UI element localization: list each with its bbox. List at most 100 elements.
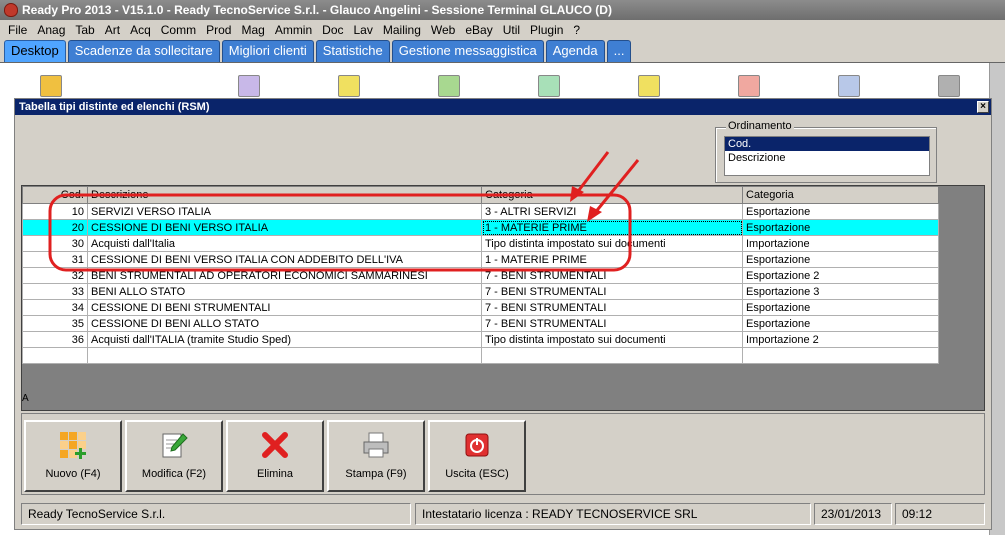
document-shortcut-icon[interactable] [338,75,360,97]
stampa-button[interactable]: Stampa (F9) [327,420,425,492]
menu-art[interactable]: Art [100,23,125,37]
ordinamento-option-descrizione[interactable]: Descrizione [725,151,929,165]
grid-header-row: Cod. Descrizione Categoria Categoria [22,186,939,204]
status-date: 23/01/2013 [814,503,892,525]
user-shortcut-icon[interactable] [40,75,62,97]
menu-plugin[interactable]: Plugin [525,23,568,37]
cell-descrizione: Acquisti dall'Italia [87,235,482,252]
side-label: A [22,393,29,404]
menu-web[interactable]: Web [426,23,460,37]
app-logo-icon [4,3,18,17]
ordinamento-group: Ordinamento Cod. Descrizione [715,120,937,183]
column-header-categoria[interactable]: Categoria [481,186,743,204]
cell-categoria: 1 - MATERIE PRIME [481,251,743,268]
cell-categoria: 3 - ALTRI SERVIZI [481,203,743,220]
column-header-categoria-2[interactable]: Categoria [742,186,939,204]
cell-cod: 34 [22,299,88,316]
close-icon[interactable]: × [977,101,989,113]
table-row[interactable]: 10 SERVIZI VERSO ITALIA 3 - ALTRI SERVIZ… [22,203,939,220]
status-company: Ready TecnoService S.r.l. [21,503,411,525]
cell-descrizione: CESSIONE DI BENI VERSO ITALIA [87,219,482,236]
exit-power-icon [462,430,492,460]
cell-descrizione: BENI STRUMENTALI AD OPERATORI ECONOMICI … [87,267,482,284]
cell-categoria: 7 - BENI STRUMENTALI [481,267,743,284]
column-header-cod[interactable]: Cod. [22,186,88,204]
table-row-empty[interactable] [22,347,939,364]
cell-categoria: 7 - BENI STRUMENTALI [481,299,743,316]
tab-more[interactable]: ... [606,40,632,62]
cell-categoria: 7 - BENI STRUMENTALI [481,315,743,332]
modifica-button[interactable]: Modifica (F2) [125,420,223,492]
elimina-label: Elimina [256,468,294,480]
cell-categoria-2: Esportazione 2 [742,267,939,284]
table-row[interactable]: 33 BENI ALLO STATO 7 - BENI STRUMENTALI … [22,283,939,300]
cell-cod: 30 [22,235,88,252]
status-license: Intestatario licenza : READY TECNOSERVIC… [415,503,811,525]
cell-cod: 33 [22,283,88,300]
document-shortcut-icon[interactable] [238,75,260,97]
cell-categoria: 1 - MATERIE PRIME [481,219,743,236]
menu-ebay[interactable]: eBay [460,23,497,37]
document-shortcut-icon[interactable] [438,75,460,97]
table-row[interactable]: 34 CESSIONE DI BENI STRUMENTALI 7 - BENI… [22,299,939,316]
table-row[interactable]: 35 CESSIONE DI BENI ALLO STATO 7 - BENI … [22,315,939,332]
ordinamento-option-cod[interactable]: Cod. [725,137,929,151]
document-shortcut-icon[interactable] [538,75,560,97]
document-shortcut-icon[interactable] [738,75,760,97]
menu-comm[interactable]: Comm [156,23,201,37]
tipi-distinte-dialog: Tabella tipi distinte ed elenchi (RSM) ×… [14,98,992,530]
table-row[interactable]: 36 Acquisti dall'ITALIA (tramite Studio … [22,331,939,348]
nuovo-button[interactable]: Nuovo (F4) [24,420,122,492]
menu-lav[interactable]: Lav [349,23,378,37]
menu-help[interactable]: ? [568,23,585,37]
tab-desktop[interactable]: Desktop [4,40,66,62]
menu-acq[interactable]: Acq [125,23,156,37]
delete-x-icon [260,430,290,460]
stampa-label: Stampa (F9) [345,468,407,480]
menu-mag[interactable]: Mag [236,23,269,37]
menu-mailing[interactable]: Mailing [378,23,426,37]
cell-categoria: 7 - BENI STRUMENTALI [481,283,743,300]
calculator-shortcut-icon[interactable] [838,75,860,97]
menu-ammin[interactable]: Ammin [270,23,317,37]
briefcase-shortcut-icon[interactable] [938,75,960,97]
uscita-button[interactable]: Uscita (ESC) [428,420,526,492]
cell-categoria-2: Esportazione [742,315,939,332]
cell-descrizione: CESSIONE DI BENI ALLO STATO [87,315,482,332]
document-shortcut-icon[interactable] [638,75,660,97]
ordinamento-listbox[interactable]: Cod. Descrizione [724,136,930,176]
cell-cod: 31 [22,251,88,268]
tab-gestione-messaggistica[interactable]: Gestione messaggistica [391,40,544,62]
cell-categoria-2: Esportazione [742,299,939,316]
table-row[interactable]: 32 BENI STRUMENTALI AD OPERATORI ECONOMI… [22,267,939,284]
menu-tab[interactable]: Tab [70,23,99,37]
tab-migliori-clienti[interactable]: Migliori clienti [221,40,314,62]
cell-cod: 36 [22,331,88,348]
table-row[interactable]: 30 Acquisti dall'Italia Tipo distinta im… [22,235,939,252]
table-row[interactable]: 31 CESSIONE DI BENI VERSO ITALIA CON ADD… [22,251,939,268]
elimina-button[interactable]: Elimina [226,420,324,492]
distinte-grid[interactable]: Cod. Descrizione Categoria Categoria 10 … [21,185,985,411]
menu-anag[interactable]: Anag [32,23,70,37]
menu-doc[interactable]: Doc [317,23,348,37]
cell-cod: 20 [22,219,88,236]
ordinamento-legend: Ordinamento [726,120,794,132]
cell-categoria: Tipo distinta impostato sui documenti [481,235,743,252]
cell-descrizione: CESSIONE DI BENI VERSO ITALIA CON ADDEBI… [87,251,482,268]
tab-statistiche[interactable]: Statistiche [315,40,390,62]
window-title-bar: Ready Pro 2013 - V15.1.0 - Ready TecnoSe… [0,0,1005,20]
new-grid-icon [58,430,88,460]
menu-file[interactable]: File [3,23,32,37]
button-bar: Nuovo (F4) Modifica (F2) Elimina Stampa … [21,413,985,495]
tab-agenda[interactable]: Agenda [545,40,605,62]
menu-util[interactable]: Util [498,23,525,37]
menu-prod[interactable]: Prod [201,23,236,37]
column-header-descrizione[interactable]: Descrizione [87,186,482,204]
cell-categoria-2: Esportazione 3 [742,283,939,300]
cell-categoria-2: Importazione 2 [742,331,939,348]
tab-scadenze[interactable]: Scadenze da sollecitare [67,40,220,62]
edit-pencil-icon [159,430,189,460]
nuovo-label: Nuovo (F4) [45,468,101,480]
cell-descrizione: CESSIONE DI BENI STRUMENTALI [87,299,482,316]
table-row-selected[interactable]: 20 CESSIONE DI BENI VERSO ITALIA 1 - MAT… [22,219,939,236]
